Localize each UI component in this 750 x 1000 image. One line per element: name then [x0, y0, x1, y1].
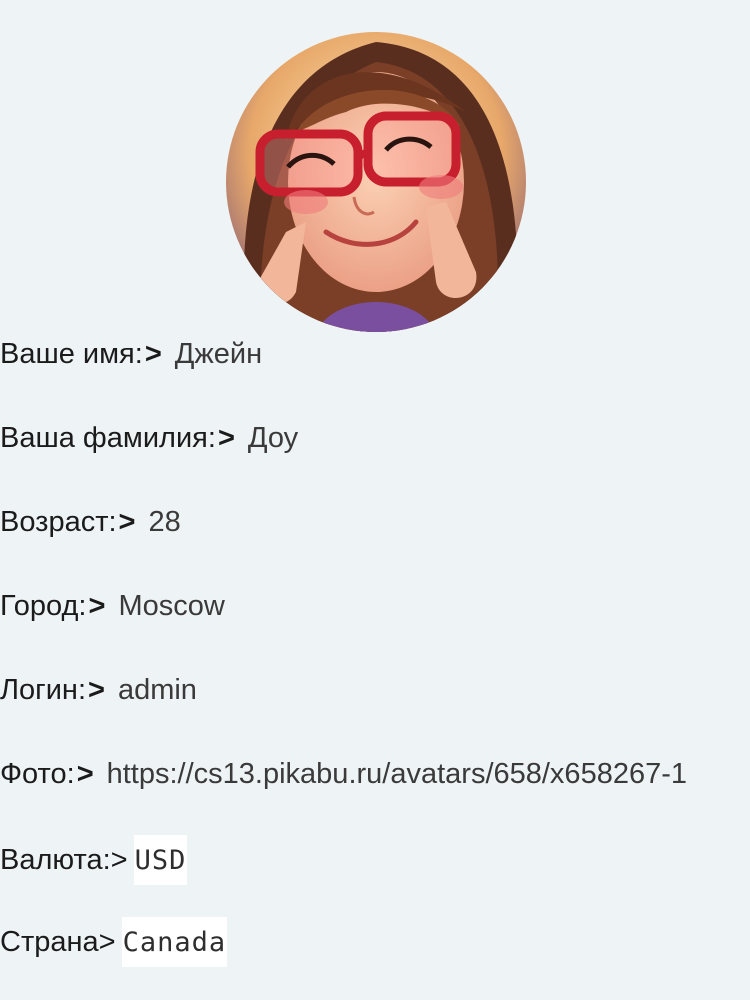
- age-label: Возраст:: [0, 505, 117, 538]
- field-age: Возраст: > 28: [0, 502, 181, 542]
- last-name-label: Ваша фамилия:: [0, 421, 216, 454]
- field-login: Логин: > admin: [0, 670, 197, 710]
- field-photo: Фото: > https://cs13.pikabu.ru/avatars/6…: [0, 754, 750, 794]
- city-label: Город:: [0, 589, 87, 622]
- country-select[interactable]: Canada: [121, 917, 228, 967]
- field-currency: Валюта:> USD: [0, 834, 188, 886]
- arrow-icon: >: [88, 673, 105, 706]
- age-value: 28: [148, 505, 181, 538]
- avatar-illustration: [226, 32, 526, 332]
- arrow-icon: >: [144, 337, 162, 370]
- field-city: Город: > Moscow: [0, 586, 225, 626]
- first-name-label: Ваше имя:: [0, 337, 143, 370]
- login-value: admin: [117, 673, 197, 706]
- photo-label: Фото:: [0, 757, 75, 790]
- photo-url-value: https://cs13.pikabu.ru/avatars/658/x6582…: [106, 757, 687, 790]
- last-name-value: Доу: [247, 421, 299, 454]
- city-value: Moscow: [118, 589, 225, 622]
- currency-label: Валюта:>: [0, 843, 128, 876]
- arrow-icon: >: [217, 421, 235, 454]
- login-label: Логин:: [0, 673, 87, 706]
- field-country: Страна> Canada: [0, 916, 228, 968]
- first-name-value: Джейн: [174, 337, 263, 370]
- country-label: Страна>: [0, 925, 116, 958]
- arrow-icon: >: [76, 757, 94, 790]
- arrow-icon: >: [88, 589, 106, 622]
- field-first-name: Ваше имя: > Джейн: [0, 334, 262, 374]
- arrow-icon: >: [118, 505, 136, 538]
- avatar: [226, 32, 526, 332]
- field-last-name: Ваша фамилия: > Доу: [0, 418, 298, 458]
- currency-select[interactable]: USD: [133, 835, 188, 885]
